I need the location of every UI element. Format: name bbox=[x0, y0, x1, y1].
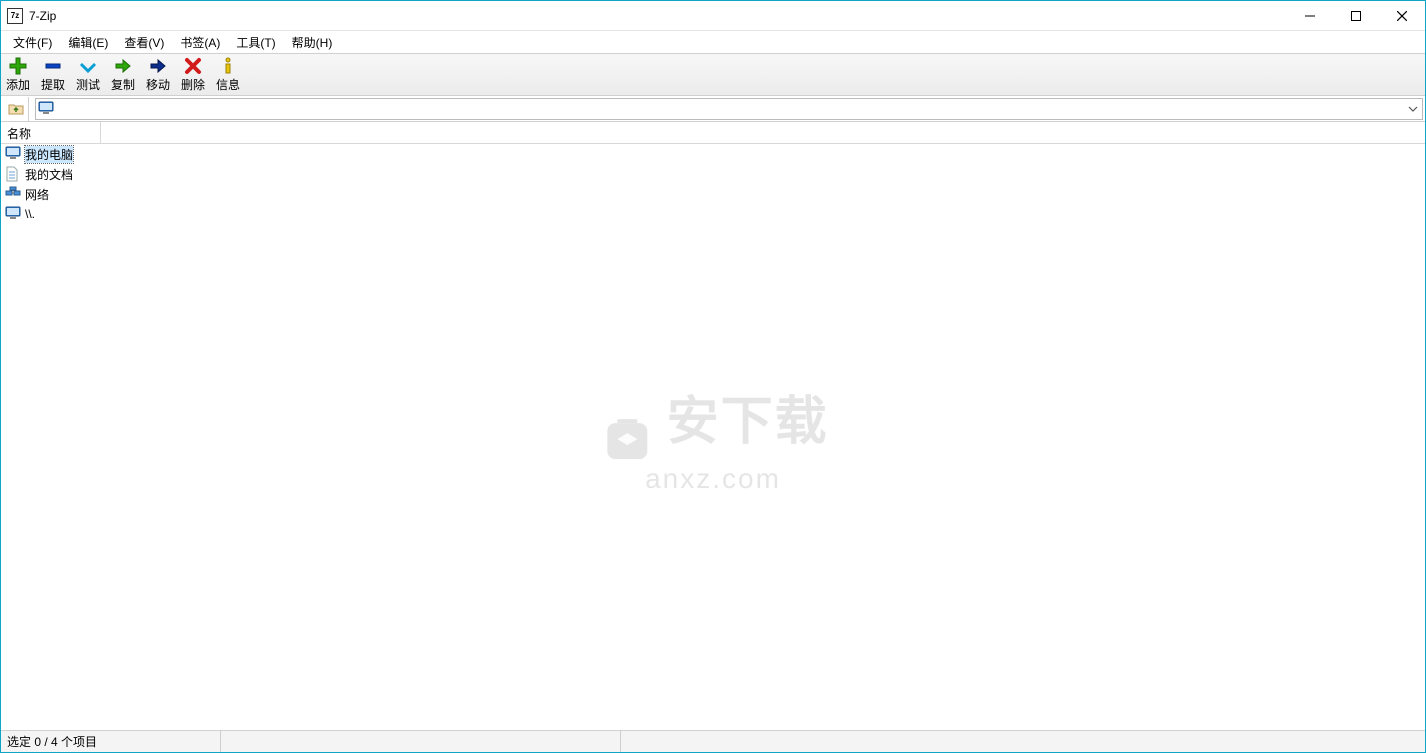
watermark: 安下载 anxz.com bbox=[597, 379, 828, 495]
menu-bookmarks[interactable]: 书签(A) bbox=[172, 32, 228, 53]
status-selection: 选定 0 / 4 个项目 bbox=[1, 731, 221, 752]
up-folder-button[interactable] bbox=[3, 97, 29, 121]
list-item-label: \\. bbox=[25, 207, 35, 221]
network-icon bbox=[5, 186, 21, 202]
watermark-main: 安下载 bbox=[667, 393, 829, 451]
toolbar-move-button[interactable]: 移动 bbox=[145, 57, 171, 93]
column-headers: 名称 bbox=[1, 122, 1425, 144]
arrow-right-outline-icon bbox=[113, 57, 133, 75]
menu-help[interactable]: 帮助(H) bbox=[284, 32, 341, 53]
address-input-wrap[interactable] bbox=[35, 98, 1423, 120]
statusbar: 选定 0 / 4 个项目 bbox=[1, 730, 1425, 752]
toolbar-info-button[interactable]: 信息 bbox=[215, 57, 241, 93]
document-icon bbox=[5, 166, 21, 182]
computer-icon bbox=[5, 146, 21, 162]
close-button[interactable] bbox=[1379, 1, 1425, 31]
toolbar: 添加 提取 测试 复制 移动 bbox=[1, 53, 1425, 96]
list-item[interactable]: \\. bbox=[1, 204, 1425, 224]
toolbar-test-button[interactable]: 测试 bbox=[75, 57, 101, 93]
list-item-label: 我的电脑 bbox=[25, 146, 73, 163]
watermark-sub: anxz.com bbox=[597, 463, 828, 495]
arrow-right-solid-icon bbox=[148, 57, 168, 75]
toolbar-extract-label: 提取 bbox=[41, 76, 65, 93]
x-icon bbox=[183, 57, 203, 75]
menu-view[interactable]: 查看(V) bbox=[116, 32, 172, 53]
column-name-header[interactable]: 名称 bbox=[1, 122, 101, 143]
info-icon bbox=[218, 57, 238, 75]
chevron-down-icon bbox=[1408, 106, 1418, 112]
plus-icon bbox=[8, 57, 28, 75]
address-dropdown-button[interactable] bbox=[1404, 106, 1422, 112]
toolbar-add-button[interactable]: 添加 bbox=[5, 57, 31, 93]
app-icon: 7z bbox=[7, 8, 23, 24]
file-list[interactable]: 我的电脑 我的文档 网络 \\. 安下载 bbox=[1, 144, 1425, 730]
titlebar: 7z 7-Zip bbox=[1, 1, 1425, 31]
menu-edit[interactable]: 编辑(E) bbox=[60, 32, 116, 53]
maximize-button[interactable] bbox=[1333, 1, 1379, 31]
list-item-label: 网络 bbox=[25, 186, 49, 203]
menu-file[interactable]: 文件(F) bbox=[5, 32, 60, 53]
computer-icon bbox=[38, 101, 56, 117]
toolbar-extract-button[interactable]: 提取 bbox=[40, 57, 66, 93]
folder-up-icon bbox=[8, 101, 24, 117]
minus-icon bbox=[43, 57, 63, 75]
toolbar-delete-button[interactable]: 删除 bbox=[180, 57, 206, 93]
toolbar-delete-label: 删除 bbox=[181, 76, 205, 93]
content-area: 名称 我的电脑 我的文档 网络 \\. bbox=[1, 122, 1425, 730]
computer-icon bbox=[5, 206, 21, 222]
menubar: 文件(F) 编辑(E) 查看(V) 书签(A) 工具(T) 帮助(H) bbox=[1, 31, 1425, 53]
toolbar-copy-button[interactable]: 复制 bbox=[110, 57, 136, 93]
toolbar-add-label: 添加 bbox=[6, 76, 30, 93]
menu-tools[interactable]: 工具(T) bbox=[228, 32, 283, 53]
list-item[interactable]: 网络 bbox=[1, 184, 1425, 204]
list-item[interactable]: 我的电脑 bbox=[1, 144, 1425, 164]
toolbar-move-label: 移动 bbox=[146, 76, 170, 93]
toolbar-copy-label: 复制 bbox=[111, 76, 135, 93]
addressbar bbox=[1, 96, 1425, 122]
toolbar-test-label: 测试 bbox=[76, 76, 100, 93]
window-title: 7-Zip bbox=[29, 9, 56, 23]
check-icon bbox=[78, 57, 98, 75]
address-input[interactable] bbox=[58, 100, 1404, 118]
list-item-label: 我的文档 bbox=[25, 166, 73, 183]
status-cell bbox=[221, 731, 621, 752]
minimize-button[interactable] bbox=[1287, 1, 1333, 31]
toolbar-info-label: 信息 bbox=[216, 76, 240, 93]
list-item[interactable]: 我的文档 bbox=[1, 164, 1425, 184]
